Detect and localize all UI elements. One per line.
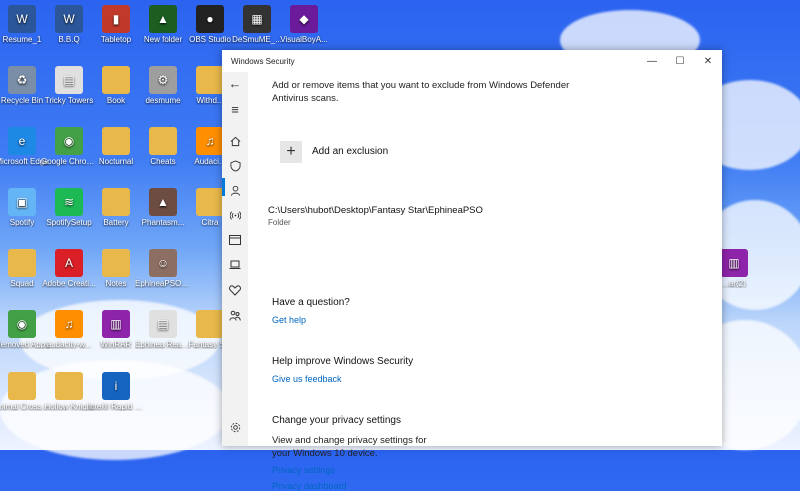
edge-icon: e [8, 127, 36, 155]
file-icon: ▤ [55, 66, 83, 94]
folder-icon [8, 249, 36, 277]
privacy-heading: Change your privacy settings [272, 415, 401, 426]
desktop-icon-label: EphineaPSOBB [135, 279, 191, 288]
folder-icon [196, 188, 224, 216]
word-icon: W [55, 5, 83, 33]
question-heading: Have a question? [272, 297, 350, 308]
shield-icon[interactable] [228, 159, 242, 173]
folder-icon [55, 372, 83, 400]
exclusion-path[interactable]: C:\Users\hubot\Desktop\Fantasy Star\Ephi… [268, 205, 483, 216]
folder-icon [102, 188, 130, 216]
close-button[interactable]: ✕ [694, 50, 722, 72]
back-arrow-icon[interactable]: ← [228, 76, 242, 91]
installer-icon: ▣ [8, 188, 36, 216]
gba-icon: ◆ [290, 5, 318, 33]
winrar-icon: ▥ [102, 310, 130, 338]
minimize-button[interactable]: — [638, 50, 666, 72]
audacity-icon: ♫ [55, 310, 83, 338]
maximize-button[interactable]: ☐ [666, 50, 694, 72]
window-title: Windows Security [231, 56, 295, 66]
game-icon: ☺ [149, 249, 177, 277]
windows-security-window: Windows Security — ☐ ✕ ← ≡ Add or remove… [222, 50, 722, 491]
folder-icon [102, 249, 130, 277]
exclusions-content: Add or remove items that you want to exc… [268, 72, 712, 491]
family-icon[interactable] [228, 308, 242, 322]
plus-icon: + [286, 143, 296, 160]
person-icon[interactable] [228, 183, 242, 197]
intel-icon: i [102, 372, 130, 400]
exclusion-type: Folder [268, 218, 291, 227]
desktop-icon[interactable]: ◆ VisualBoyA... [276, 5, 332, 44]
word-icon: W [8, 5, 36, 33]
folder-icon [196, 66, 224, 94]
title-bar: Windows Security — ☐ ✕ [222, 50, 722, 72]
settings-gear-icon[interactable] [228, 420, 242, 434]
winrar-icon: ▥ [720, 249, 748, 277]
desktop-icon[interactable]: i Intel® Rapid Storage Te... [88, 372, 144, 411]
emulator-icon: ▦ [243, 5, 271, 33]
navigation-sidebar: ← ≡ [222, 72, 248, 446]
chrome-icon: ◉ [55, 127, 83, 155]
app-browser-icon[interactable] [228, 233, 242, 247]
exclusions-description: Add or remove items that you want to exc… [272, 80, 570, 104]
get-help-link[interactable]: Get help [272, 315, 306, 325]
privacy-dashboard-link[interactable]: Privacy dashboard [272, 481, 347, 491]
hamburger-menu-icon[interactable]: ≡ [228, 102, 242, 117]
desktop-icon[interactable]: ☺ EphineaPSOBB [135, 249, 191, 288]
folder-icon [149, 127, 177, 155]
spotify-icon: ≋ [55, 188, 83, 216]
improve-heading: Help improve Windows Security [272, 356, 414, 367]
add-exclusion-label[interactable]: Add an exclusion [312, 146, 388, 157]
folder-icon [8, 372, 36, 400]
folder-icon [102, 66, 130, 94]
folder-icon [102, 127, 130, 155]
recycle-bin-icon: ♻ [8, 66, 36, 94]
obs-icon: ● [196, 5, 224, 33]
home-icon[interactable] [228, 134, 242, 148]
privacy-settings-link[interactable]: Privacy settings [272, 465, 335, 475]
heart-icon[interactable] [228, 283, 242, 297]
chrome-icon: ◉ [8, 310, 36, 338]
audacity-icon: ♫ [196, 127, 224, 155]
active-indicator [222, 178, 225, 196]
file-icon: ▤ [149, 310, 177, 338]
privacy-text: View and change privacy settings for you… [272, 435, 427, 459]
laptop-icon[interactable] [228, 258, 242, 272]
add-exclusion-button[interactable]: + [280, 141, 302, 163]
adobe-icon: A [55, 249, 83, 277]
wifi-icon[interactable] [228, 208, 242, 222]
book-icon: ▮ [102, 5, 130, 33]
desktop-icon-label: VisualBoyA... [280, 35, 328, 44]
app-icon: ▲ [149, 188, 177, 216]
desktop-icon-label: Intel® Rapid Storage Te... [88, 402, 144, 411]
settings-file-icon: ⚙ [149, 66, 177, 94]
app-icon: ▲ [149, 5, 177, 33]
folder-icon [196, 310, 224, 338]
feedback-link[interactable]: Give us feedback [272, 374, 342, 384]
